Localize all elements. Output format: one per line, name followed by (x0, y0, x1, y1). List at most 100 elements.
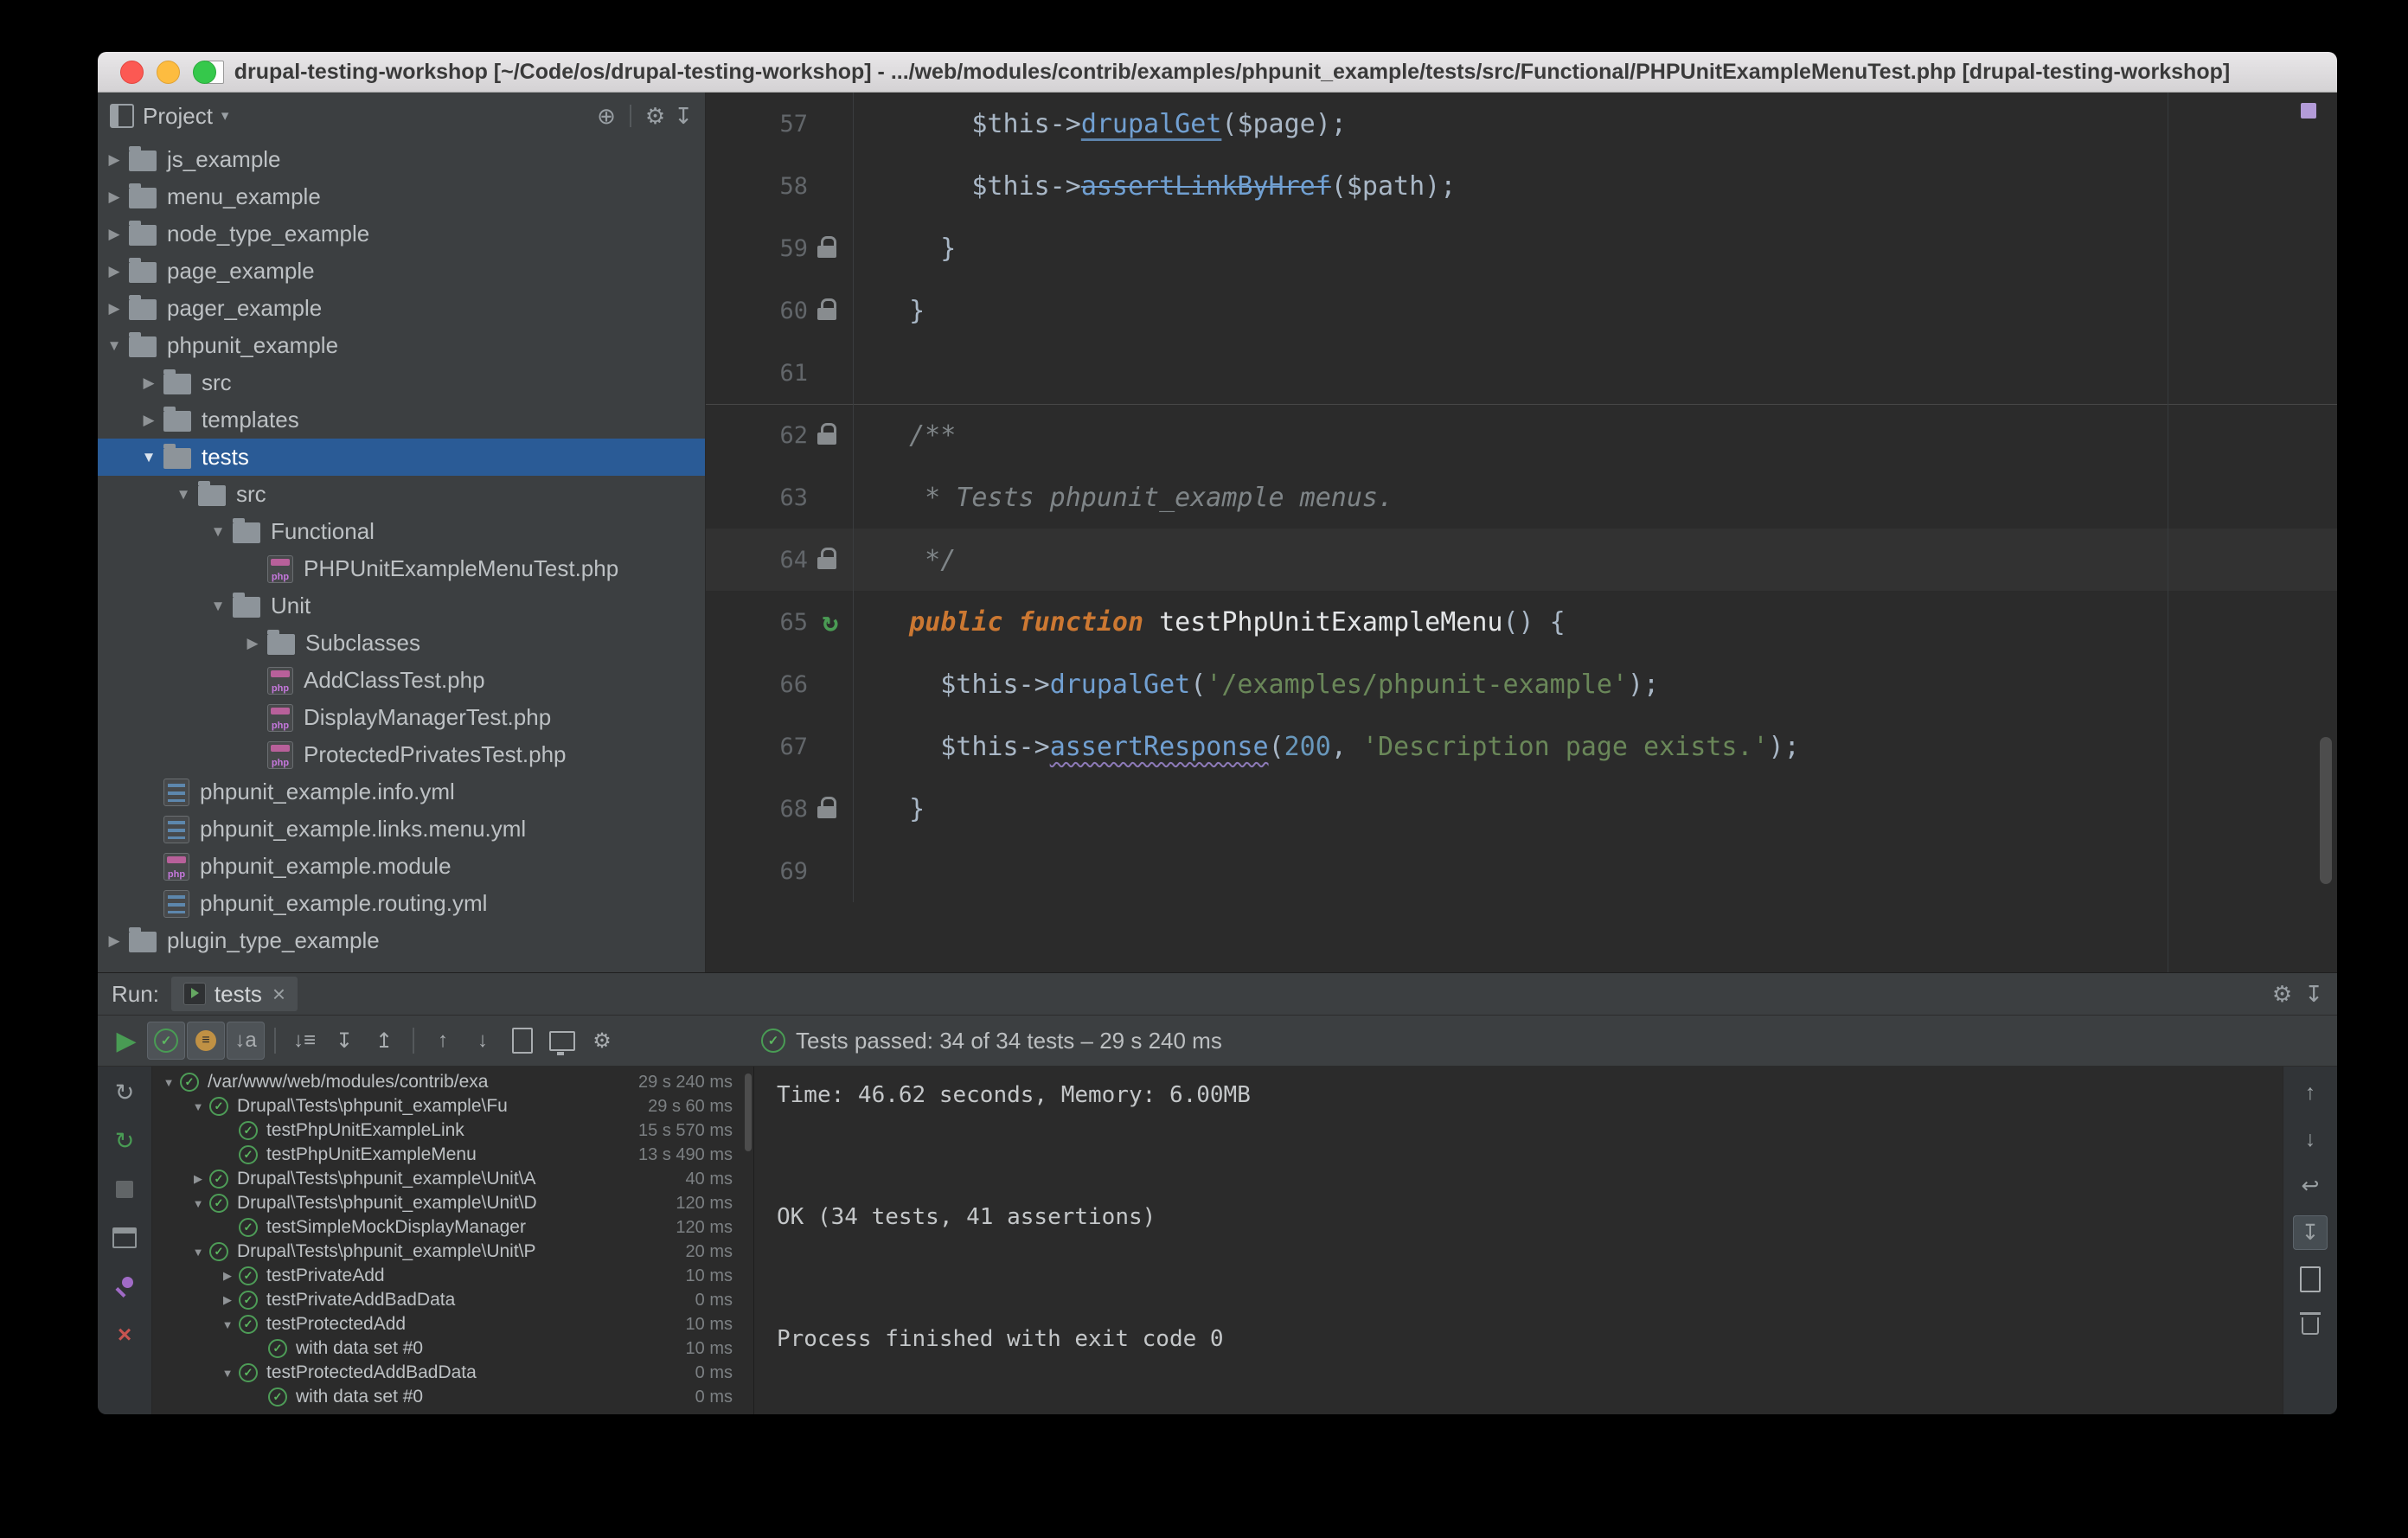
test-tree-item-drupal-tests-phpunit-example-unit-p[interactable]: ▼ ✓ Drupal\Tests\phpunit_example\Unit\P 20 … (152, 1240, 753, 1264)
chevron-right-icon[interactable]: ▶ (134, 375, 163, 392)
settings-gear-icon[interactable]: ⚙ (2272, 981, 2292, 1008)
test-tree-item-testsimplemockdisplaymanager[interactable]: ✓ testSimpleMockDisplayManager 120 ms (152, 1215, 753, 1240)
chevron-down-icon[interactable]: ▼ (203, 523, 233, 541)
export-test-results-button[interactable] (503, 1022, 541, 1060)
sort-by-duration-button[interactable]: ↓≡ (285, 1022, 323, 1060)
minimize-window-button[interactable] (157, 60, 180, 84)
project-tree-item-unit[interactable]: ▼ Unit (98, 587, 705, 625)
project-tree-item-functional[interactable]: ▼ Functional (98, 513, 705, 550)
code-editor[interactable]: 57 $this->drupalGet($page); 58 $this->ass… (706, 93, 2337, 974)
chevron-down-icon[interactable]: ▼ (187, 1246, 209, 1259)
chevron-right-icon[interactable]: ▶ (99, 300, 129, 317)
editor-line-61[interactable]: 61 (706, 342, 2337, 404)
project-tree-item-phpunitexamplemenutest-php[interactable]: PHPUnitExampleMenuTest.php (98, 550, 705, 587)
project-tree-item-phpunit-example-info-yml[interactable]: phpunit_example.info.yml (98, 773, 705, 811)
chevron-right-icon[interactable]: ▶ (99, 189, 129, 206)
test-tree-item-drupal-tests-phpunit-example-unit-a[interactable]: ▶ ✓ Drupal\Tests\phpunit_example\Unit\A 40 … (152, 1167, 753, 1191)
chevron-down-icon[interactable]: ▼ (216, 1367, 239, 1380)
chevron-right-icon[interactable]: ▶ (187, 1172, 209, 1186)
editor-scrollbar[interactable] (2320, 737, 2332, 884)
project-tree-item-displaymanagertest-php[interactable]: DisplayManagerTest.php (98, 699, 705, 736)
clear-console-icon[interactable] (2293, 1309, 2328, 1343)
project-tree-item-phpunit-example[interactable]: ▼ phpunit_example (98, 327, 705, 364)
project-tree-item-js-example[interactable]: ▶ js_example (98, 141, 705, 178)
locate-file-icon[interactable]: ⊕ (597, 103, 616, 130)
next-failed-test-button[interactable]: ↓ (464, 1022, 502, 1060)
rerun-icon[interactable]: ↻ (111, 1079, 138, 1106)
sort-alphabetically-toggle[interactable]: ↓a (227, 1022, 265, 1060)
editor-line-63[interactable]: 63 * Tests phpunit_example menus. (706, 466, 2337, 529)
chevron-down-icon[interactable]: ▼ (99, 337, 129, 355)
print-icon[interactable] (2293, 1262, 2328, 1297)
project-tree-item-phpunit-example-module[interactable]: phpunit_example.module (98, 848, 705, 885)
warning-stripe-mark[interactable] (2301, 103, 2316, 119)
zoom-window-button[interactable] (193, 60, 216, 84)
project-view-selector[interactable]: Project (143, 103, 213, 130)
pin-tab-icon[interactable] (111, 1272, 138, 1300)
chevron-down-icon[interactable]: ▼ (187, 1100, 209, 1113)
chevron-right-icon[interactable]: ▶ (134, 412, 163, 429)
editor-line-69[interactable]: 69 (706, 840, 2337, 902)
scroll-up-icon[interactable]: ↑ (2293, 1075, 2328, 1110)
editor-line-67[interactable]: 67 $this->assertResponse(200, 'Descripti… (706, 715, 2337, 778)
chevron-down-icon[interactable]: ▼ (134, 449, 163, 466)
editor-line-60[interactable]: 60 } (706, 279, 2337, 342)
project-tree-item-page-example[interactable]: ▶ page_example (98, 253, 705, 290)
gear-icon[interactable]: ⚙ (645, 103, 665, 130)
chevron-down-icon[interactable]: ▼ (187, 1197, 209, 1210)
chevron-right-icon[interactable]: ▶ (99, 151, 129, 169)
previous-failed-test-button[interactable]: ↑ (424, 1022, 462, 1060)
close-window-button[interactable] (120, 60, 144, 84)
test-tree-item-testprivateaddbaddata[interactable]: ▶ ✓ testPrivateAddBadData 0 ms (152, 1288, 753, 1312)
chevron-down-icon[interactable]: ▼ (216, 1318, 239, 1331)
titlebar[interactable]: drupal-testing-workshop [~/Code/os/drupa… (98, 52, 2337, 93)
hide-panel-icon[interactable]: ↧ (2304, 981, 2323, 1008)
test-tree-item-drupal-tests-phpunit-example-fu[interactable]: ▼ ✓ Drupal\Tests\phpunit_example\Fu 29 s 60… (152, 1094, 753, 1118)
stop-icon[interactable] (111, 1176, 138, 1203)
scroll-to-end-icon[interactable]: ↧ (2293, 1215, 2328, 1250)
project-tree-item-src[interactable]: ▶ src (98, 364, 705, 401)
project-tree-item-tests[interactable]: ▼ tests (98, 439, 705, 476)
project-tree-item-protectedprivatestest-php[interactable]: ProtectedPrivatesTest.php (98, 736, 705, 773)
hide-panel-icon[interactable]: ↧ (674, 103, 693, 130)
show-passed-toggle[interactable]: ✓ (147, 1022, 185, 1060)
test-tree-item-with-data-set-0[interactable]: ✓ with data set #0 10 ms (152, 1336, 753, 1361)
test-tree-item-var-www-web-modules-contrib-exa[interactable]: ▼ ✓ /var/www/web/modules/contrib/exa 29 s 2… (152, 1070, 753, 1094)
editor-line-59[interactable]: 59 } (706, 217, 2337, 279)
test-tree-item-testphpunitexamplemenu[interactable]: ✓ testPhpUnitExampleMenu 13 s 490 ms (152, 1143, 753, 1167)
project-tree-item-src[interactable]: ▼ src (98, 476, 705, 513)
restore-layout-icon[interactable] (111, 1224, 138, 1252)
project-tree-item-plugin-type-example[interactable]: ▶ plugin_type_example (98, 922, 705, 959)
project-tree-item-pager-example[interactable]: ▶ pager_example (98, 290, 705, 327)
project-tree-item-addclasstest-php[interactable]: AddClassTest.php (98, 662, 705, 699)
editor-line-66[interactable]: 66 $this->drupalGet('/examples/phpunit-e… (706, 653, 2337, 715)
test-history-button[interactable] (543, 1022, 581, 1060)
project-tree-item-phpunit-example-routing-yml[interactable]: phpunit_example.routing.yml (98, 885, 705, 922)
console-text[interactable]: Time: 46.62 seconds, Memory: 6.00MB OK (… (754, 1067, 2283, 1414)
project-tree-item-phpunit-example-links-menu-yml[interactable]: phpunit_example.links.menu.yml (98, 811, 705, 848)
test-settings-button[interactable]: ⚙ (583, 1022, 621, 1060)
chevron-down-icon[interactable]: ▼ (169, 486, 198, 503)
rerun-failed-tests-icon[interactable]: ↻ (111, 1127, 138, 1155)
collapse-all-button[interactable]: ↥ (365, 1022, 403, 1060)
test-tree-item-testphpunitexamplelink[interactable]: ✓ testPhpUnitExampleLink 15 s 570 ms (152, 1118, 753, 1143)
chevron-right-icon[interactable]: ▶ (99, 263, 129, 280)
run-test-icon[interactable]: ↻ (808, 591, 854, 653)
editor-line-68[interactable]: 68 } (706, 778, 2337, 840)
editor-line-57[interactable]: 57 $this->drupalGet($page); (706, 93, 2337, 155)
editor-line-58[interactable]: 58 $this->assertLinkByHref($path); (706, 155, 2337, 217)
test-tree-item-drupal-tests-phpunit-example-unit-d[interactable]: ▼ ✓ Drupal\Tests\phpunit_example\Unit\D 120… (152, 1191, 753, 1215)
scroll-down-icon[interactable]: ↓ (2293, 1122, 2328, 1157)
close-tab-icon[interactable]: × (272, 983, 285, 1005)
chevron-right-icon[interactable]: ▶ (99, 226, 129, 243)
tab-tests[interactable]: tests × (170, 977, 298, 1011)
chevron-right-icon[interactable]: ▶ (99, 932, 129, 950)
project-tree-item-node-type-example[interactable]: ▶ node_type_example (98, 215, 705, 253)
rerun-tests-button[interactable]: ▶ (107, 1022, 145, 1060)
test-tree-item-testprotectedaddbaddata[interactable]: ▼ ✓ testProtectedAddBadData 0 ms (152, 1361, 753, 1385)
test-tree-item-testprivateadd[interactable]: ▶ ✓ testPrivateAdd 10 ms (152, 1264, 753, 1288)
close-run-panel-icon[interactable]: × (111, 1321, 138, 1349)
chevron-right-icon[interactable]: ▶ (216, 1293, 239, 1307)
editor-line-65[interactable]: 65 ↻ public function testPhpUnitExampleMe… (706, 591, 2337, 653)
chevron-right-icon[interactable]: ▶ (216, 1269, 239, 1283)
